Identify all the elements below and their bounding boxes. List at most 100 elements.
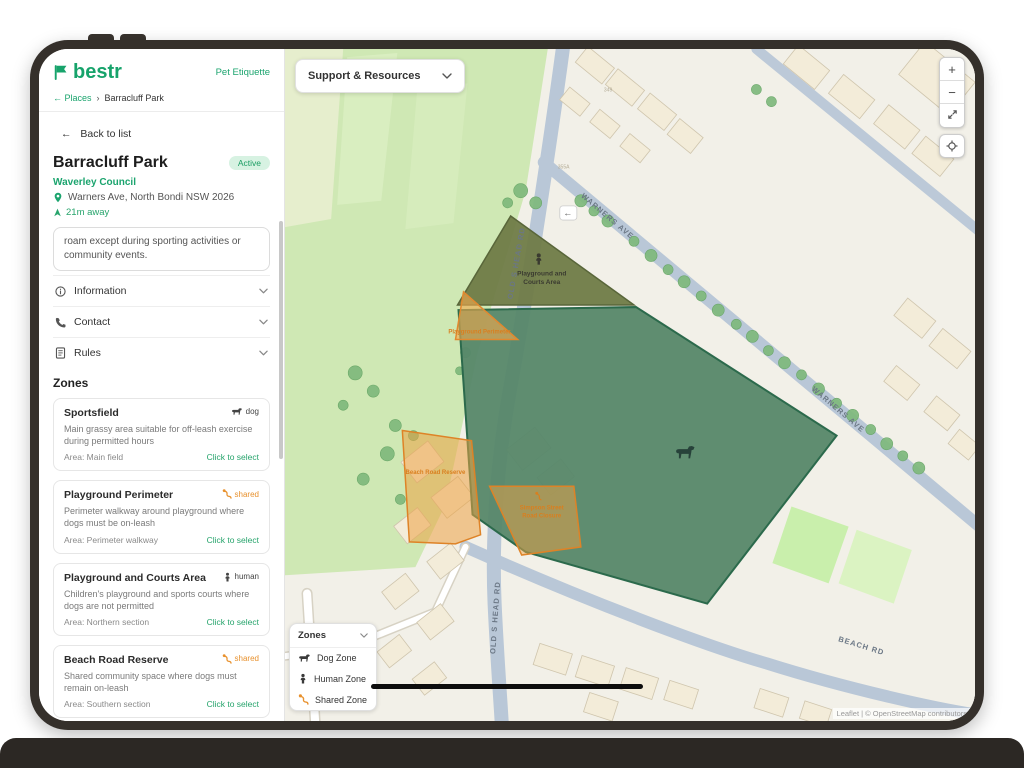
chevron-down-icon	[259, 288, 268, 294]
brand-logo[interactable]: bestr	[53, 61, 122, 84]
map-attribution: Leaflet | © OpenStreetMap contributors	[833, 708, 971, 719]
zone-select-action[interactable]: Click to select	[207, 617, 259, 627]
home-indicator[interactable]	[371, 684, 643, 689]
dog-icon	[231, 407, 243, 416]
document-icon	[55, 347, 66, 359]
accordion-contact-label: Contact	[74, 316, 110, 328]
zone-card-playground-perimeter[interactable]: Playground Perimeter shared Perimeter wa…	[53, 480, 270, 553]
svg-text:Road Closure: Road Closure	[522, 514, 562, 520]
tablet-base	[0, 738, 1024, 768]
breadcrumb-places-link[interactable]: ← Places	[53, 93, 92, 103]
sidebar-scroll-area[interactable]: ← Back to list Barracluff Park Active Wa…	[39, 112, 284, 721]
zone-area: Area: Southern section	[64, 699, 150, 709]
expand-icon	[947, 109, 958, 120]
svg-text:Courts Area: Courts Area	[523, 279, 560, 286]
accordion-rules-label: Rules	[74, 347, 101, 359]
tablet-frame: bestr Pet Etiquette ← Places › Barracluf…	[30, 40, 984, 730]
svg-text:Playground and: Playground and	[517, 271, 566, 278]
zone-description: Shared community space where dogs must r…	[64, 670, 259, 694]
svg-text:355A: 355A	[558, 164, 570, 170]
park-notice-text: roam except during sporting activities o…	[53, 227, 270, 271]
brand-logo-text: bestr	[73, 61, 122, 84]
zone-select-action[interactable]: Click to select	[207, 699, 259, 709]
person-icon	[298, 673, 308, 684]
dog-icon	[298, 653, 311, 663]
zone-card-beach-road-reserve[interactable]: Beach Road Reserve shared Shared communi…	[53, 645, 270, 718]
zones-heading: Zones	[53, 376, 270, 390]
leash-icon	[222, 654, 232, 664]
legend-item-dog-zone[interactable]: Dog Zone	[290, 648, 376, 668]
sidebar-scrollbar[interactable]	[279, 221, 283, 459]
fullscreen-button[interactable]	[940, 104, 964, 127]
status-badge: Active	[229, 156, 270, 170]
chevron-down-icon	[360, 633, 368, 638]
zone-area: Area: Northern section	[64, 617, 149, 627]
distance-nav-icon	[53, 208, 62, 217]
council-name: Waverley Council	[53, 177, 270, 188]
zone-area: Area: Perimeter walkway	[64, 535, 158, 545]
zone-polygon-beach-road-reserve[interactable]	[402, 431, 480, 544]
zone-description: Main grassy area suitable for off-leash …	[64, 423, 259, 447]
zoom-out-button[interactable]: −	[940, 81, 964, 104]
distance-text: 21m away	[66, 207, 109, 218]
zone-name: Playground and Courts Area	[64, 572, 206, 584]
sidebar-header: bestr Pet Etiquette	[39, 49, 284, 88]
zone-name: Sportsfield	[64, 407, 119, 419]
sidebar: bestr Pet Etiquette ← Places › Barracluf…	[39, 49, 285, 721]
zoom-in-button[interactable]: +	[940, 58, 964, 81]
zone-type-badge-shared: shared	[222, 654, 259, 664]
support-resources-dropdown[interactable]: Support & Resources	[295, 59, 465, 93]
svg-text:Playground Perimeter: Playground Perimeter	[448, 329, 511, 335]
accordion-contact[interactable]: Contact	[53, 306, 270, 337]
bestr-flag-icon	[53, 64, 68, 81]
zone-description: Perimeter walkway around playground wher…	[64, 505, 259, 529]
legend-item-shared-zone[interactable]: Shared Zone	[290, 689, 376, 710]
chevron-down-icon	[442, 73, 452, 79]
person-icon	[223, 572, 232, 582]
leash-icon	[222, 489, 232, 499]
zone-type-badge-human: human	[223, 572, 259, 582]
svg-text:←: ←	[563, 208, 572, 218]
pet-etiquette-link[interactable]: Pet Etiquette	[216, 67, 270, 78]
legend-item-label: Shared Zone	[315, 695, 367, 705]
support-resources-label: Support & Resources	[308, 70, 420, 82]
zone-type-badge-shared: shared	[222, 489, 259, 499]
accordion-information-label: Information	[74, 285, 127, 297]
legend-header[interactable]: Zones	[290, 624, 376, 648]
zone-select-action[interactable]: Click to select	[207, 452, 259, 462]
zone-name: Beach Road Reserve	[64, 654, 168, 666]
legend-item-label: Dog Zone	[317, 653, 357, 663]
breadcrumb: ← Places › Barracluff Park	[39, 88, 284, 112]
map-zoom-controls: + −	[939, 57, 965, 158]
zone-type-badge-dog: dog	[231, 407, 259, 416]
legend-item-human-zone[interactable]: Human Zone	[290, 668, 376, 689]
legend-item-label: Human Zone	[314, 674, 366, 684]
phone-icon	[55, 317, 66, 328]
app-screen: bestr Pet Etiquette ← Places › Barracluf…	[39, 49, 975, 721]
svg-text:349: 349	[604, 87, 613, 93]
zone-description: Children's playground and sports courts …	[64, 588, 259, 612]
svg-text:Simpson Street: Simpson Street	[520, 505, 564, 511]
page-title: Barracluff Park	[53, 154, 168, 172]
zone-area: Area: Main field	[64, 452, 123, 462]
zone-name: Playground Perimeter	[64, 489, 173, 501]
legend-title: Zones	[298, 630, 326, 641]
zone-select-action[interactable]: Click to select	[207, 535, 259, 545]
leash-icon	[298, 694, 309, 705]
zone-card-sportsfield[interactable]: Sportsfield dog Main grassy area suitabl…	[53, 398, 270, 471]
map-arrow-marker: ←	[560, 206, 577, 220]
breadcrumb-current: Barracluff Park	[105, 93, 164, 103]
info-icon	[55, 286, 66, 297]
chevron-down-icon	[259, 350, 268, 356]
address-text: Warners Ave, North Bondi NSW 2026	[68, 192, 234, 203]
back-to-list-button[interactable]: ← Back to list	[61, 128, 131, 140]
map-legend: Zones Dog Zone Human Zone Shared Zone	[289, 623, 377, 711]
accordion-information[interactable]: Information	[53, 275, 270, 306]
locate-button[interactable]	[939, 134, 965, 158]
map-canvas[interactable]: 349 355A	[285, 49, 975, 721]
zone-card-playground-courts[interactable]: Playground and Courts Area human Childre…	[53, 563, 270, 636]
breadcrumb-separator: ›	[97, 93, 100, 103]
accordion-rules[interactable]: Rules	[53, 337, 270, 368]
map-area: 349 355A	[285, 49, 975, 721]
location-pin-icon	[53, 192, 63, 203]
